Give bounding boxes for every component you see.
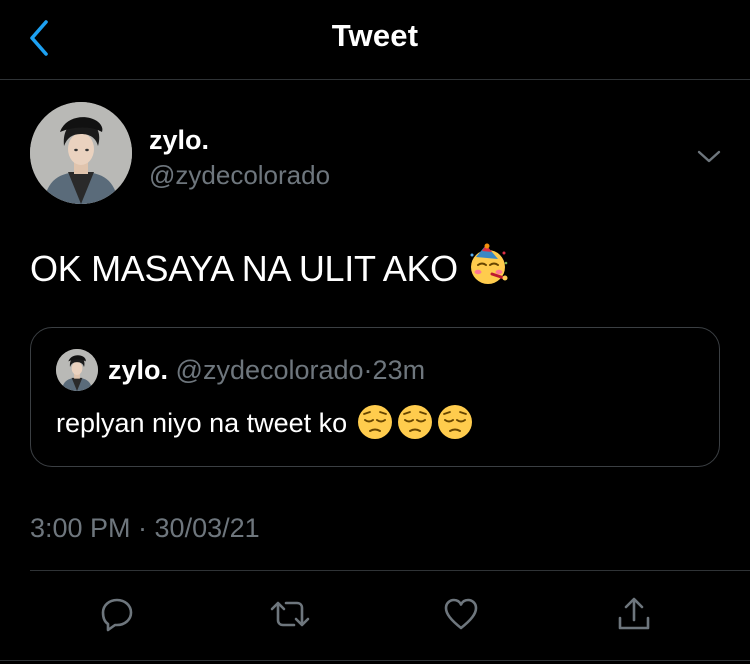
quoted-handle: @zydecolorado [175, 355, 364, 385]
divider [30, 570, 750, 571]
quoted-tweet[interactable]: zylo. @zydecolorado·23m replyan niyo na … [30, 327, 720, 467]
quoted-time: 23m [372, 355, 426, 385]
like-icon [444, 598, 478, 630]
quoted-separator: · [363, 355, 373, 385]
quoted-text: replyan niyo na tweet ko [56, 404, 477, 447]
share-icon [618, 597, 650, 630]
tweet-menu-button[interactable] [695, 142, 723, 170]
retweet-button[interactable] [266, 590, 314, 638]
page-title: Tweet [331, 18, 419, 53]
pensive-face-emoji [398, 405, 433, 439]
bottom-divider [0, 660, 750, 661]
partying-face-emoji [466, 243, 510, 296]
user-handle[interactable]: @zydecolorado [149, 160, 330, 191]
quoted-display-name: zylo. [108, 355, 169, 385]
avatar-image [30, 102, 132, 204]
pensive-face-emoji [358, 405, 393, 439]
tweet-timestamp[interactable]: 3:00 PM · 30/03/21 [30, 513, 260, 544]
top-bar: Tweet [0, 0, 750, 80]
quoted-emojis [357, 404, 477, 447]
share-button[interactable] [610, 590, 658, 638]
display-name[interactable]: zylo. [149, 125, 209, 156]
pensive-face-emoji [438, 405, 473, 439]
tweet-header: zylo. @zydecolorado [30, 102, 730, 212]
quoted-avatar-image [56, 349, 98, 391]
quoted-meta: zylo. @zydecolorado·23m [108, 355, 425, 386]
chevron-down-icon [697, 150, 721, 163]
like-button[interactable] [437, 590, 485, 638]
retweet-icon [270, 601, 310, 627]
quoted-avatar [56, 349, 98, 391]
action-bar [0, 590, 750, 640]
tweet-text-content: OK MASAYA NA ULIT AKO [30, 248, 458, 289]
tweet-text: OK MASAYA NA ULIT AKO [30, 243, 510, 296]
quoted-text-content: replyan niyo na tweet ko [56, 408, 348, 438]
reply-icon [101, 598, 133, 632]
reply-button[interactable] [93, 590, 141, 638]
avatar[interactable] [30, 102, 132, 204]
